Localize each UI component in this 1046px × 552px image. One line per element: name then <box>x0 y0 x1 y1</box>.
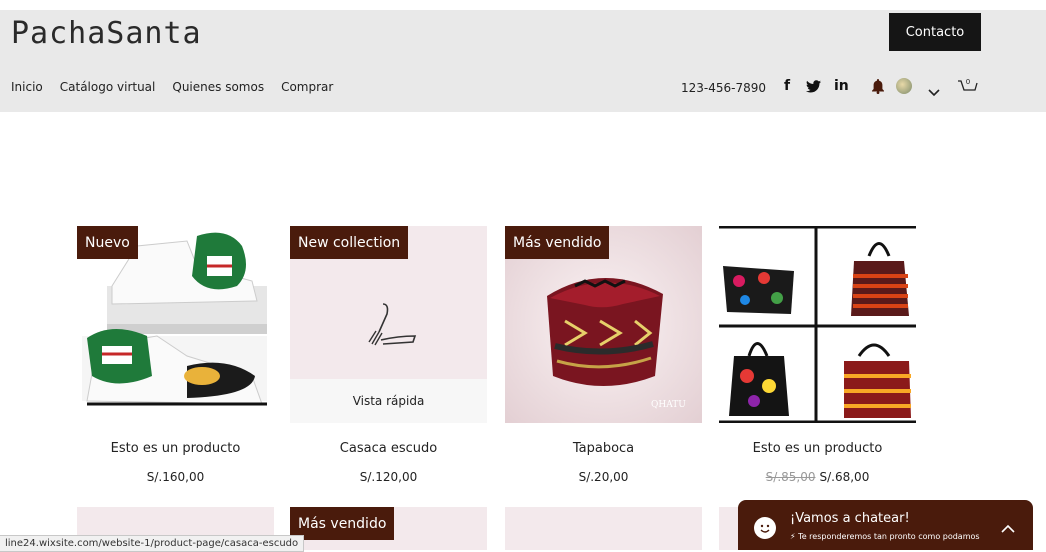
product-image-pouf[interactable]: Más vendido QHATU <box>505 226 702 423</box>
product-price: S/.160,00 <box>146 470 205 484</box>
quick-view-button[interactable]: Vista rápida <box>290 379 487 423</box>
product-image-sneakers[interactable]: Nuevo <box>77 226 274 423</box>
old-price: S/.85,00 <box>765 470 816 484</box>
chevron-down-icon[interactable] <box>928 82 940 101</box>
chat-widget[interactable]: ¡Vamos a chatear! ⚡ Te responderemos tan… <box>738 500 1033 550</box>
nav-item-quienes-somos[interactable]: Quienes somos <box>172 80 264 94</box>
chat-subtitle: ⚡ Te responderemos tan pronto como podam… <box>790 532 980 541</box>
bell-icon[interactable] <box>871 79 885 98</box>
chevron-up-icon[interactable] <box>1001 518 1015 537</box>
twitter-icon[interactable] <box>806 80 821 97</box>
product-badge: New collection <box>290 226 409 259</box>
product-price: S/.85,00 S/.68,00 <box>719 470 916 484</box>
product-image-placeholder[interactable]: New collection Vista rápida <box>290 226 487 423</box>
cart-count: 0 <box>966 78 970 86</box>
site-header: PachaSanta Contacto Inicio Catálogo virt… <box>0 10 1046 112</box>
cart-icon[interactable]: 0 <box>957 77 979 101</box>
product-price: S/.20,00 <box>578 470 629 484</box>
nav-item-comprar[interactable]: Comprar <box>281 80 333 94</box>
site-logo[interactable]: PachaSanta <box>11 16 202 51</box>
product-title[interactable]: Esto es un producto <box>719 441 916 456</box>
main-nav: Inicio Catálogo virtual Quienes somos Co… <box>11 80 350 94</box>
nav-item-catalogo[interactable]: Catálogo virtual <box>60 80 156 94</box>
nav-item-inicio[interactable]: Inicio <box>11 80 43 94</box>
product-card[interactable] <box>505 507 702 550</box>
product-badge: Más vendido <box>505 226 610 259</box>
linkedin-icon[interactable]: in <box>834 78 849 94</box>
chat-avatar-icon <box>754 517 776 539</box>
status-bar-url: line24.wixsite.com/website-1/product-pag… <box>0 535 305 552</box>
product-badge: Más vendido <box>290 507 395 540</box>
product-image-bags[interactable] <box>719 226 916 423</box>
phone-number: 123-456-7890 <box>681 81 767 95</box>
product-title[interactable]: Casaca escudo <box>290 441 487 456</box>
chat-title: ¡Vamos a chatear! <box>790 511 910 526</box>
product-price: S/.120,00 <box>359 470 418 484</box>
watermark-logo: QHATU <box>651 400 686 410</box>
product-card[interactable]: Más vendido <box>290 507 487 550</box>
lightning-icon: ⚡ <box>790 532 799 541</box>
product-title[interactable]: Esto es un producto <box>77 441 274 456</box>
product-badge: Nuevo <box>77 226 138 259</box>
contact-button[interactable]: Contacto <box>889 13 981 51</box>
paintbrush-icon <box>363 302 417 352</box>
facebook-icon[interactable]: f <box>784 78 790 94</box>
avatar[interactable] <box>896 78 912 94</box>
sale-price: S/.68,00 <box>819 470 870 484</box>
product-title[interactable]: Tapaboca <box>505 441 702 456</box>
